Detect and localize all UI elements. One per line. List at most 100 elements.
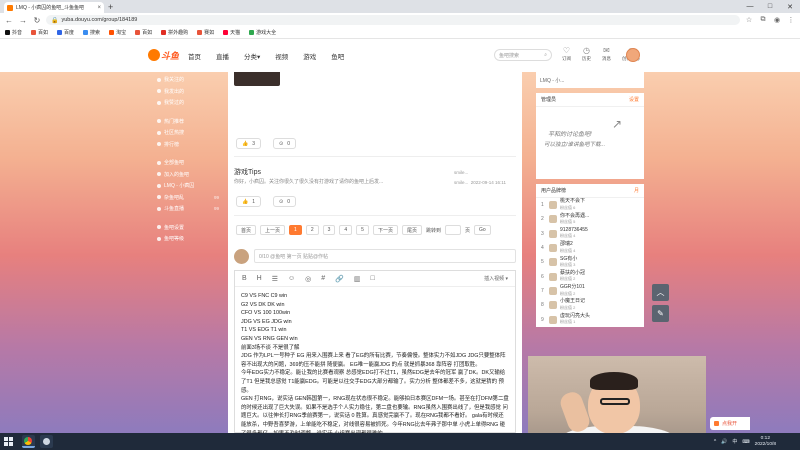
- left-nav-item[interactable]: 鱼吧等级: [148, 233, 222, 245]
- star-icon[interactable]: ☆: [744, 16, 754, 24]
- nav-yuba[interactable]: 鱼吧: [331, 51, 344, 61]
- forward-icon[interactable]: →: [18, 16, 28, 25]
- post-author-2[interactable]: smile...: [454, 180, 468, 185]
- bookmark-item[interactable]: 天猫: [223, 29, 240, 36]
- bold-icon[interactable]: B: [242, 275, 247, 282]
- nav-video[interactable]: 视频: [275, 51, 288, 61]
- bookmark-item[interactable]: 百如: [135, 29, 152, 36]
- fan-row[interactable]: 2 你不会再遇... 粉丝值 5: [536, 212, 644, 226]
- steam-taskbar-icon[interactable]: [40, 435, 53, 448]
- subscribe-button[interactable]: ♡ 订阅: [562, 46, 571, 62]
- maximize-icon[interactable]: □: [760, 0, 780, 13]
- fan-row[interactable]: 5 SG有小 粉丝值 3: [536, 255, 644, 269]
- windows-start-icon[interactable]: [4, 437, 13, 446]
- post-image[interactable]: [234, 72, 280, 86]
- page-jump-input[interactable]: [444, 225, 461, 235]
- chrome-taskbar-icon[interactable]: [22, 435, 35, 448]
- comment-button[interactable]: ⊙ 0: [273, 138, 296, 149]
- page-prev[interactable]: 上一页: [260, 225, 286, 235]
- comment-button[interactable]: ⊙ 0: [273, 196, 296, 207]
- fans-period-tab[interactable]: 月: [634, 187, 639, 194]
- left-nav-group-item[interactable]: 杂鱼吧乱 99: [148, 192, 222, 204]
- left-nav-item[interactable]: 鱼吧设置: [148, 222, 222, 234]
- douyu-logo[interactable]: 斗鱼: [148, 46, 180, 64]
- fan-row[interactable]: 4 邵瑞2 粉丝值 4: [536, 241, 644, 255]
- left-nav-group-item[interactable]: LMQ - 小疯囚: [148, 180, 222, 192]
- ime-icon[interactable]: 中: [732, 438, 737, 445]
- editor-mode-select[interactable]: 插入视频 ▾: [484, 275, 508, 282]
- page-go-button[interactable]: Go: [474, 225, 491, 235]
- heading-icon[interactable]: H: [257, 275, 262, 282]
- fan-row[interactable]: 6 蔡扶的小冠 粉丝值 2: [536, 269, 644, 283]
- fan-row[interactable]: 3 9128736455 粉丝值 4: [536, 227, 644, 241]
- open-button[interactable]: 点我开: [710, 417, 750, 430]
- left-nav-item[interactable]: 我关注的: [148, 74, 222, 86]
- profile-icon[interactable]: ◉: [772, 16, 782, 24]
- reload-icon[interactable]: ↻: [32, 16, 42, 25]
- back-icon[interactable]: ←: [4, 16, 14, 25]
- close-window-icon[interactable]: ✕: [780, 0, 800, 13]
- hashtag-icon[interactable]: #: [321, 275, 325, 282]
- left-nav-item[interactable]: 全部鱼吧: [148, 157, 222, 169]
- back-to-top-button[interactable]: ︿: [652, 284, 669, 301]
- post-author[interactable]: smile...: [454, 168, 506, 178]
- page-number[interactable]: 5: [356, 225, 369, 235]
- link-icon[interactable]: 🔗: [335, 275, 344, 283]
- minimize-icon[interactable]: —: [740, 0, 760, 13]
- bookmark-item[interactable]: 抖音: [5, 29, 22, 36]
- extensions-icon[interactable]: ⧉: [758, 16, 768, 24]
- notice-settings-link[interactable]: 设置: [629, 96, 639, 103]
- menu-icon[interactable]: ⋮: [786, 16, 796, 24]
- nav-live[interactable]: 直播: [216, 51, 229, 61]
- clock[interactable]: 0:12 2022/10/8: [755, 436, 776, 448]
- image-icon[interactable]: □: [371, 275, 375, 282]
- bookmark-item[interactable]: 百如: [31, 29, 48, 36]
- like-button[interactable]: 👍 3: [236, 138, 262, 149]
- post-editor[interactable]: B H ☰ ☺ ◎ # 🔗 ▥ □ 插入视频 ▾ C9 VS FNC C9 wi…: [234, 270, 516, 433]
- nav-category[interactable]: 分类▾: [244, 51, 260, 61]
- nav-home[interactable]: 首页: [188, 51, 201, 61]
- bookmark-item[interactable]: 百度: [57, 29, 74, 36]
- bookmark-item[interactable]: 搜索: [83, 29, 100, 36]
- address-bar[interactable]: 🔒 yuba.douyu.com/group/184189: [46, 15, 740, 25]
- keyboard-icon[interactable]: ⌨: [742, 439, 749, 445]
- bookmark-item[interactable]: 游戏大全: [249, 29, 276, 36]
- group-name[interactable]: LMQ - 小...: [536, 72, 644, 88]
- search-icon[interactable]: ⌕: [544, 52, 547, 58]
- bookmark-item[interactable]: 拼外趣购: [161, 29, 188, 36]
- fan-row[interactable]: 1 桃天不会下 粉丝值 6: [536, 198, 644, 212]
- reply-input[interactable]: 0/10 @鱼吧 第一页 贴贴@作帖: [254, 249, 516, 263]
- page-number[interactable]: 3: [322, 225, 336, 235]
- history-button[interactable]: ◷ 历史: [582, 46, 591, 62]
- new-tab-icon[interactable]: +: [108, 2, 113, 12]
- left-nav-item[interactable]: 社区热搜: [148, 127, 222, 139]
- fan-row[interactable]: 8 小魔王日记 粉丝值 2: [536, 298, 644, 312]
- tab-close-icon[interactable]: ×: [97, 5, 101, 11]
- messages-button[interactable]: ✉ 消息: [602, 46, 611, 62]
- nav-game[interactable]: 游戏: [303, 51, 316, 61]
- editor-content[interactable]: C9 VS FNC C9 win G2 VS DK DK win CFO VS …: [235, 287, 515, 433]
- page-number[interactable]: 1: [289, 225, 302, 235]
- emoji-icon[interactable]: ☺: [288, 275, 295, 282]
- volume-icon[interactable]: 🔊: [721, 439, 727, 445]
- page-home[interactable]: 首页: [236, 225, 257, 235]
- left-nav-item[interactable]: 热门推荐: [148, 116, 222, 128]
- bookmark-item[interactable]: 赛如: [197, 29, 214, 36]
- page-number[interactable]: 2: [305, 225, 319, 235]
- page-last[interactable]: 尾页: [401, 225, 422, 235]
- left-nav-item[interactable]: 我发出的: [148, 86, 222, 98]
- mention-icon[interactable]: ◎: [305, 275, 311, 283]
- tray-chevron-icon[interactable]: ^: [714, 439, 716, 445]
- post-excerpt[interactable]: 你好，小疯囚。关注你很久了很久没有打游戏了请你的鱼吧上后发...: [234, 178, 404, 185]
- fan-row[interactable]: 7 GGR分101 粉丝值 2: [536, 284, 644, 298]
- bookmark-item[interactable]: 淘宝: [109, 29, 126, 36]
- page-number[interactable]: 4: [339, 225, 353, 235]
- site-search-input[interactable]: 鱼吧搜索 ⌕: [494, 49, 552, 61]
- left-nav-item[interactable]: 我赞过的: [148, 97, 222, 109]
- left-nav-group-item[interactable]: 斗鱼直播 99: [148, 203, 222, 215]
- like-button[interactable]: 👍 1: [236, 196, 262, 207]
- list-icon[interactable]: ☰: [272, 275, 278, 283]
- user-avatar[interactable]: [626, 48, 640, 62]
- browser-tab[interactable]: LMQ - 小疯囚的鱼吧_斗鱼鱼吧 ×: [4, 2, 104, 13]
- left-nav-item[interactable]: 排行榜: [148, 139, 222, 151]
